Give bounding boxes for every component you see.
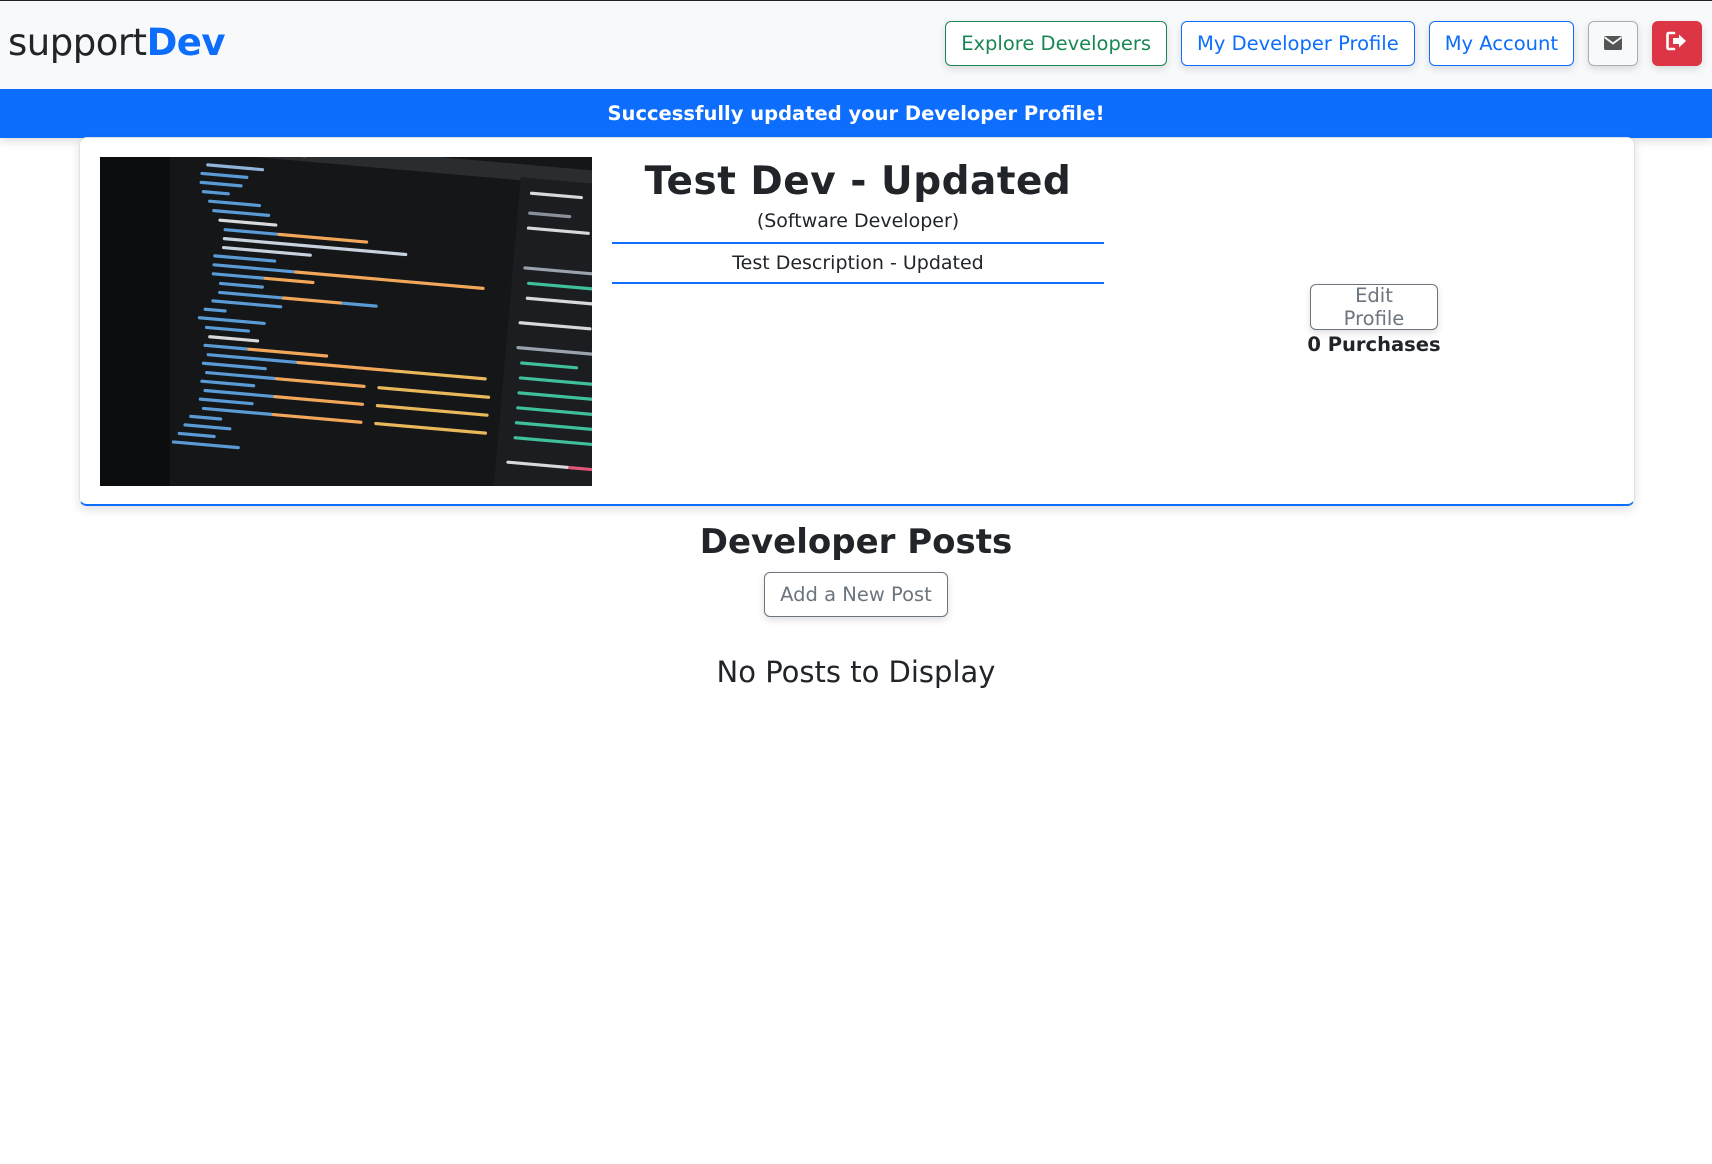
developer-role: (Software Developer) xyxy=(756,210,960,232)
profile-actions: Edit Profile 0 Purchases xyxy=(1306,284,1442,356)
explore-developers-button[interactable]: Explore Developers xyxy=(945,21,1168,66)
brand-prefix: support xyxy=(8,20,147,64)
navbar: supportDev Explore Developers My Develop… xyxy=(0,1,1712,89)
profile-info: Test Dev - Updated (Software Developer) … xyxy=(612,158,1104,284)
empty-posts-message: No Posts to Display xyxy=(716,655,996,689)
developer-name: Test Dev - Updated xyxy=(644,159,1072,204)
edit-profile-button[interactable]: Edit Profile xyxy=(1310,284,1438,330)
posts-section: Developer Posts Add a New Post No Posts … xyxy=(0,518,1712,689)
messages-button[interactable] xyxy=(1588,21,1638,66)
envelope-icon xyxy=(1603,32,1623,55)
developer-description: Test Description - Updated xyxy=(612,242,1104,284)
success-alert: Successfully updated your Developer Prof… xyxy=(0,89,1712,138)
brand-logo[interactable]: supportDev xyxy=(8,20,226,64)
profile-card: Test Dev - Updated (Software Developer) … xyxy=(79,137,1635,506)
purchases-count: 0 Purchases xyxy=(1307,333,1441,356)
my-account-button[interactable]: My Account xyxy=(1428,21,1574,66)
my-developer-profile-button[interactable]: My Developer Profile xyxy=(1181,21,1415,66)
nav-actions: Explore Developers My Developer Profile … xyxy=(945,21,1702,66)
profile-cover-image xyxy=(100,157,592,486)
add-post-button[interactable]: Add a New Post xyxy=(764,572,948,617)
logout-button[interactable] xyxy=(1652,21,1702,66)
posts-heading: Developer Posts xyxy=(699,522,1013,562)
sign-out-icon xyxy=(1666,31,1688,56)
brand-suffix: Dev xyxy=(146,20,226,64)
